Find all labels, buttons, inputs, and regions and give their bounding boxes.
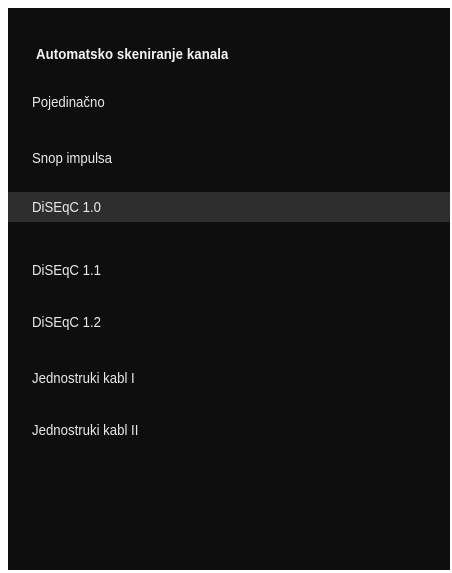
menu-item-label: DiSEqC 1.0	[32, 198, 101, 216]
menu-item-diseqc-1-1[interactable]: DiSEqC 1.1	[8, 255, 450, 285]
menu-item-label: Pojedinačno	[32, 93, 105, 111]
scan-type-menu: Pojedinačno Snop impulsa DiSEqC 1.0 DiSE…	[8, 8, 450, 570]
menu-item-pojedinacno[interactable]: Pojedinačno	[8, 87, 450, 117]
automatic-scan-panel: Automatsko skeniranje kanala Pojedinačno…	[8, 8, 450, 570]
menu-item-label: DiSEqC 1.1	[32, 261, 101, 279]
menu-item-jednostruki-kabl-1[interactable]: Jednostruki kabl I	[8, 363, 450, 393]
menu-item-label: DiSEqC 1.2	[32, 313, 101, 331]
menu-item-snop-impulsa[interactable]: Snop impulsa	[8, 143, 450, 173]
menu-item-jednostruki-kabl-2[interactable]: Jednostruki kabl II	[8, 415, 450, 445]
menu-item-label: Jednostruki kabl I	[32, 369, 135, 387]
menu-item-label: Snop impulsa	[32, 149, 112, 167]
menu-item-diseqc-1-0[interactable]: DiSEqC 1.0	[8, 192, 450, 222]
menu-item-label: Jednostruki kabl II	[32, 421, 139, 439]
menu-item-diseqc-1-2[interactable]: DiSEqC 1.2	[8, 307, 450, 337]
